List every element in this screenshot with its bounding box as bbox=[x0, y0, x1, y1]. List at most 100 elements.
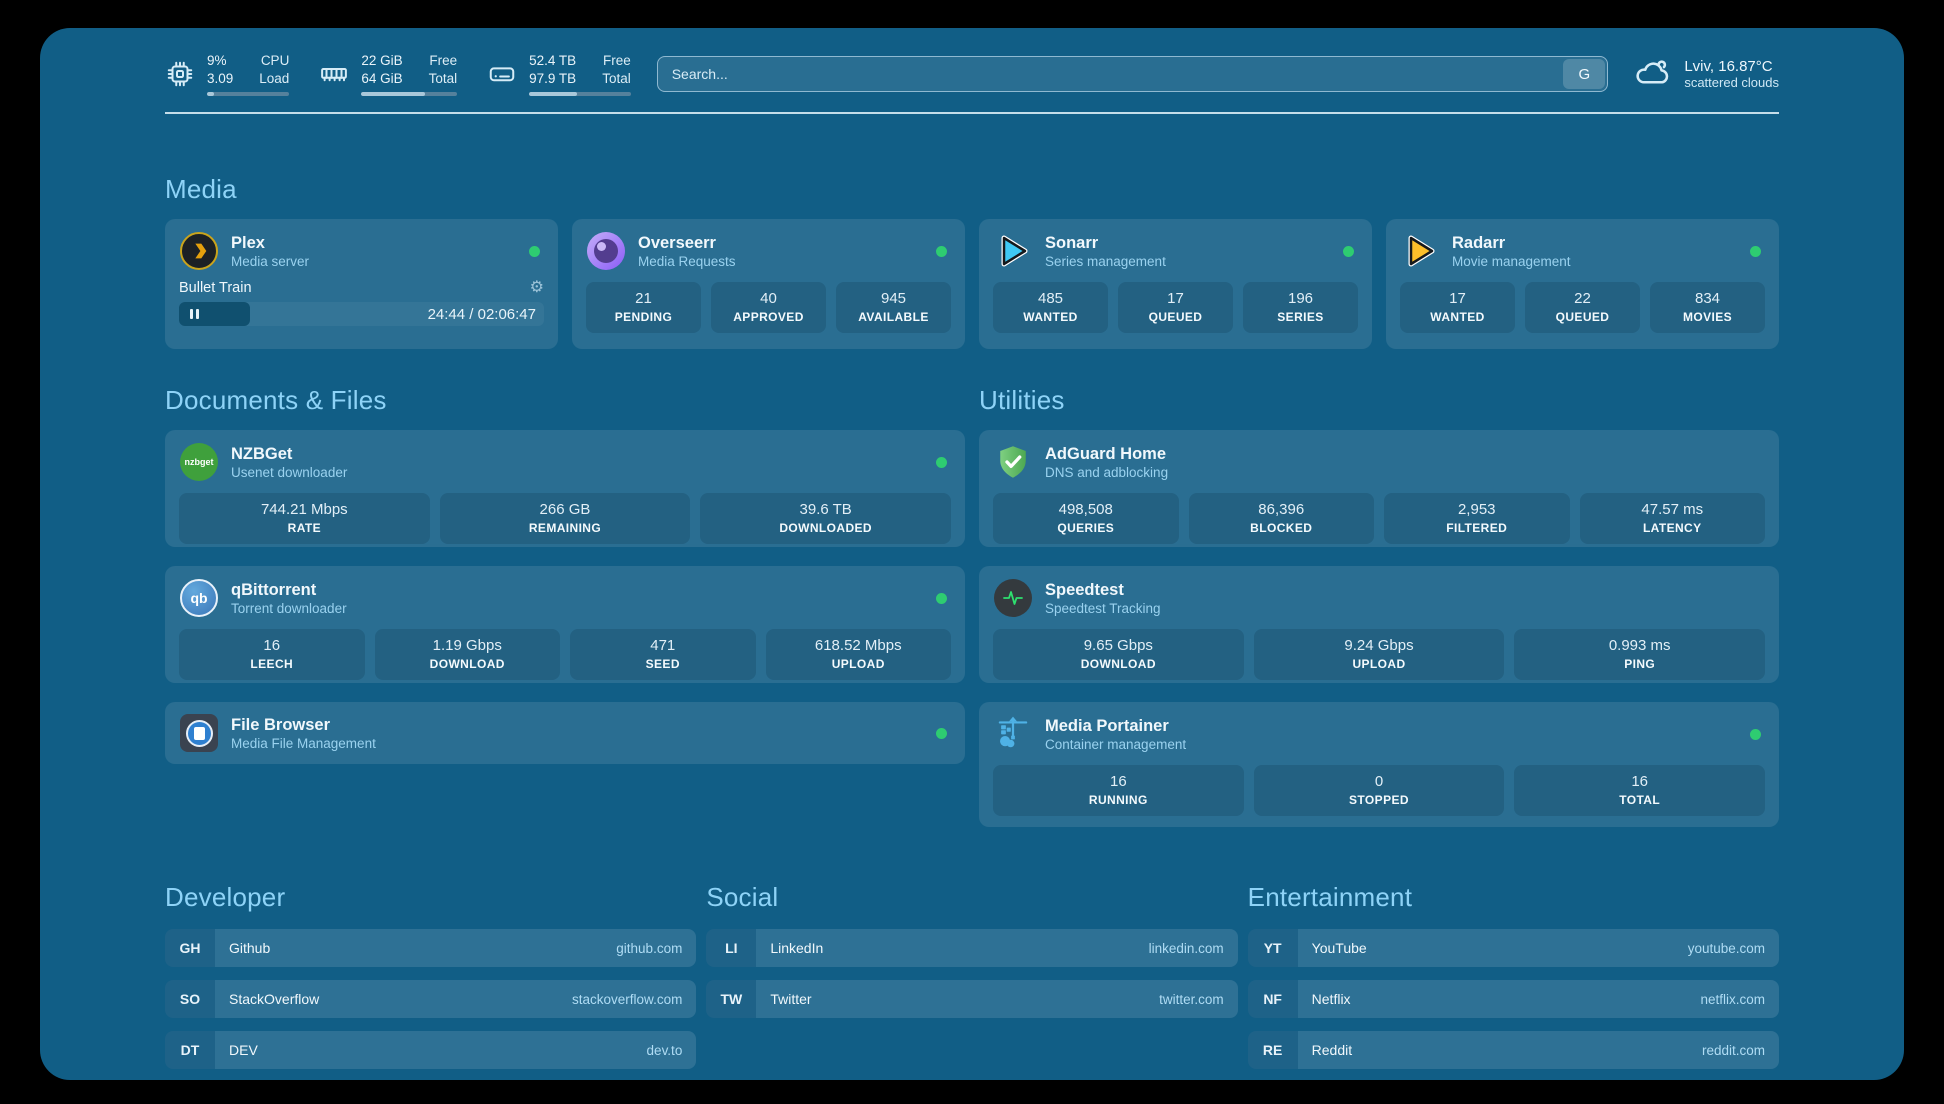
bookmark-netflix[interactable]: NF Netflix netflix.com bbox=[1248, 980, 1779, 1018]
nzbget-icon: nzbget bbox=[179, 442, 219, 482]
bookmark-name: Reddit bbox=[1312, 1042, 1352, 1058]
bookmark-abbr: DT bbox=[165, 1031, 215, 1069]
bookmark-github[interactable]: GH Github github.com bbox=[165, 929, 696, 967]
search-input[interactable] bbox=[657, 56, 1609, 92]
cpu-usage-label: CPU bbox=[259, 52, 289, 69]
bookmark-reddit[interactable]: RE Reddit reddit.com bbox=[1248, 1031, 1779, 1069]
stat-filtered: 2,953 FILTERED bbox=[1384, 493, 1570, 544]
section-title-media: Media bbox=[165, 174, 1779, 205]
status-online-dot bbox=[1343, 246, 1354, 257]
bookmark-stackoverflow[interactable]: SO StackOverflow stackoverflow.com bbox=[165, 980, 696, 1018]
bookmark-dev[interactable]: DT DEV dev.to bbox=[165, 1031, 696, 1069]
memory-free-label: Free bbox=[429, 52, 458, 69]
disk-total-value: 97.9 TB bbox=[529, 70, 576, 87]
card-subtitle: Torrent downloader bbox=[231, 600, 924, 617]
bookmark-group-social: Social LI LinkedIn linkedin.com TW Twitt… bbox=[706, 882, 1237, 1069]
bookmark-abbr: YT bbox=[1248, 929, 1298, 967]
plex-icon bbox=[179, 231, 219, 271]
search-provider-button[interactable]: G bbox=[1563, 59, 1605, 89]
bookmark-twitter[interactable]: TW Twitter twitter.com bbox=[706, 980, 1237, 1018]
weather-widget: Lviv, 16.87°C scattered clouds bbox=[1634, 53, 1779, 96]
stat-stopped: 0 STOPPED bbox=[1254, 765, 1505, 816]
bookmark-abbr: NF bbox=[1248, 980, 1298, 1018]
stat-latency: 47.57 ms LATENCY bbox=[1580, 493, 1766, 544]
card-title: qBittorrent bbox=[231, 580, 924, 600]
memory-progress-bar bbox=[361, 92, 457, 96]
cpu-icon bbox=[165, 59, 195, 89]
card-subtitle: Usenet downloader bbox=[231, 464, 924, 481]
card-adguard[interactable]: AdGuard Home DNS and adblocking 498,508 … bbox=[979, 430, 1779, 547]
card-portainer[interactable]: Media Portainer Container management 16 … bbox=[979, 702, 1779, 827]
status-online-dot bbox=[1750, 729, 1761, 740]
disk-total-label: Total bbox=[602, 70, 631, 87]
card-radarr[interactable]: Radarr Movie management 17 WANTED 22 QUE… bbox=[1386, 219, 1779, 349]
stat-movies: 834 MOVIES bbox=[1650, 282, 1765, 333]
card-overseerr[interactable]: Overseerr Media Requests 21 PENDING 40 A… bbox=[572, 219, 965, 349]
card-subtitle: Container management bbox=[1045, 736, 1738, 753]
section-title-developer: Developer bbox=[165, 882, 696, 913]
bookmark-abbr: TW bbox=[706, 980, 756, 1018]
plex-now-playing: Bullet Train ⚙ 24:44 / 02:06:47 bbox=[179, 280, 544, 326]
card-plex[interactable]: Plex Media server Bullet Train ⚙ 24:44 /… bbox=[165, 219, 558, 349]
card-filebrowser[interactable]: File Browser Media File Management bbox=[165, 702, 965, 764]
bookmark-youtube[interactable]: YT YouTube youtube.com bbox=[1248, 929, 1779, 967]
qbittorrent-icon: qb bbox=[179, 578, 219, 618]
cpu-usage-value: 9% bbox=[207, 52, 233, 69]
bookmark-url: dev.to bbox=[647, 1043, 683, 1058]
card-title: Overseerr bbox=[638, 233, 924, 253]
stat-seed: 471 SEED bbox=[570, 629, 756, 680]
adguard-icon bbox=[993, 442, 1033, 482]
bookmark-linkedin[interactable]: LI LinkedIn linkedin.com bbox=[706, 929, 1237, 967]
stat-pending: 21 PENDING bbox=[586, 282, 701, 333]
radarr-icon bbox=[1400, 231, 1440, 271]
bookmark-group-entertainment: Entertainment YT YouTube youtube.com NF … bbox=[1248, 882, 1779, 1069]
stat-series: 196 SERIES bbox=[1243, 282, 1358, 333]
filebrowser-icon bbox=[179, 713, 219, 753]
bookmark-url: twitter.com bbox=[1159, 992, 1224, 1007]
card-nzbget[interactable]: nzbget NZBGet Usenet downloader 744.21 M… bbox=[165, 430, 965, 547]
card-qbittorrent[interactable]: qb qBittorrent Torrent downloader 16 LEE… bbox=[165, 566, 965, 683]
memory-metric: 22 GiB Free 64 GiB Total bbox=[319, 52, 457, 96]
status-online-dot bbox=[1750, 246, 1761, 257]
bookmark-url: reddit.com bbox=[1702, 1043, 1765, 1058]
bookmark-abbr: RE bbox=[1248, 1031, 1298, 1069]
overseerr-icon bbox=[586, 231, 626, 271]
status-online-dot bbox=[936, 593, 947, 604]
bookmark-url: netflix.com bbox=[1700, 992, 1765, 1007]
card-title: Speedtest bbox=[1045, 580, 1765, 600]
card-title: File Browser bbox=[231, 715, 924, 735]
bookmark-name: StackOverflow bbox=[229, 991, 319, 1007]
stat-remaining: 266 GB REMAINING bbox=[440, 493, 691, 544]
status-online-dot bbox=[936, 457, 947, 468]
sonarr-icon bbox=[993, 231, 1033, 271]
stat-leech: 16 LEECH bbox=[179, 629, 365, 680]
card-title: NZBGet bbox=[231, 444, 924, 464]
weather-location: Lviv, 16.87°C bbox=[1684, 58, 1779, 75]
section-documents: Documents & Files nzbget NZBGet Usenet d… bbox=[165, 385, 965, 827]
card-sonarr[interactable]: Sonarr Series management 485 WANTED 17 Q… bbox=[979, 219, 1372, 349]
cpu-load-label: Load bbox=[259, 70, 289, 87]
memory-free-value: 22 GiB bbox=[361, 52, 402, 69]
bookmark-abbr: LI bbox=[706, 929, 756, 967]
status-online-dot bbox=[936, 728, 947, 739]
playback-progress-fill bbox=[179, 302, 250, 326]
bookmark-group-developer: Developer GH Github github.com SO StackO… bbox=[165, 882, 696, 1069]
header-divider bbox=[165, 112, 1779, 114]
playback-progress-bar[interactable]: 24:44 / 02:06:47 bbox=[179, 302, 544, 326]
card-title: Plex bbox=[231, 233, 517, 253]
card-subtitle: Media File Management bbox=[231, 735, 924, 752]
stat-total: 16 TOTAL bbox=[1514, 765, 1765, 816]
stat-running: 16 RUNNING bbox=[993, 765, 1244, 816]
stat-blocked: 86,396 BLOCKED bbox=[1189, 493, 1375, 544]
settings-icon[interactable]: ⚙ bbox=[530, 280, 544, 296]
stat-download: 1.19 Gbps DOWNLOAD bbox=[375, 629, 561, 680]
card-title: Media Portainer bbox=[1045, 716, 1738, 736]
bookmark-url: linkedin.com bbox=[1149, 941, 1224, 956]
portainer-icon bbox=[993, 714, 1033, 754]
card-title: AdGuard Home bbox=[1045, 444, 1765, 464]
card-speedtest[interactable]: Speedtest Speedtest Tracking 9.65 Gbps D… bbox=[979, 566, 1779, 683]
header: 9% CPU 3.09 Load 22 bbox=[165, 46, 1779, 102]
bookmark-abbr: GH bbox=[165, 929, 215, 967]
stat-available: 945 AVAILABLE bbox=[836, 282, 951, 333]
card-subtitle: Movie management bbox=[1452, 253, 1738, 270]
